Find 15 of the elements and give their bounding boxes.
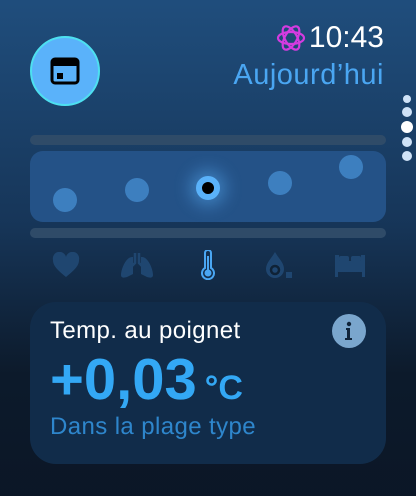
data-point[interactable] (196, 176, 220, 200)
atom-icon (276, 23, 306, 53)
card-title: Temp. au poignet (50, 316, 241, 346)
droplet-icon[interactable] (264, 251, 294, 279)
clock-time: 10:43 (308, 20, 384, 56)
unit-label: °C (204, 369, 243, 408)
window-icon (50, 57, 80, 85)
heart-icon[interactable] (52, 252, 80, 278)
status-text: Dans la plage type (50, 412, 256, 442)
bed-icon[interactable] (333, 253, 368, 277)
thermometer-icon[interactable] (200, 250, 216, 280)
date-title: Aujourd’hui (233, 58, 384, 93)
lungs-icon[interactable] (120, 251, 154, 279)
info-icon[interactable] (332, 314, 366, 348)
temperature-value: +0,03 (50, 348, 197, 412)
